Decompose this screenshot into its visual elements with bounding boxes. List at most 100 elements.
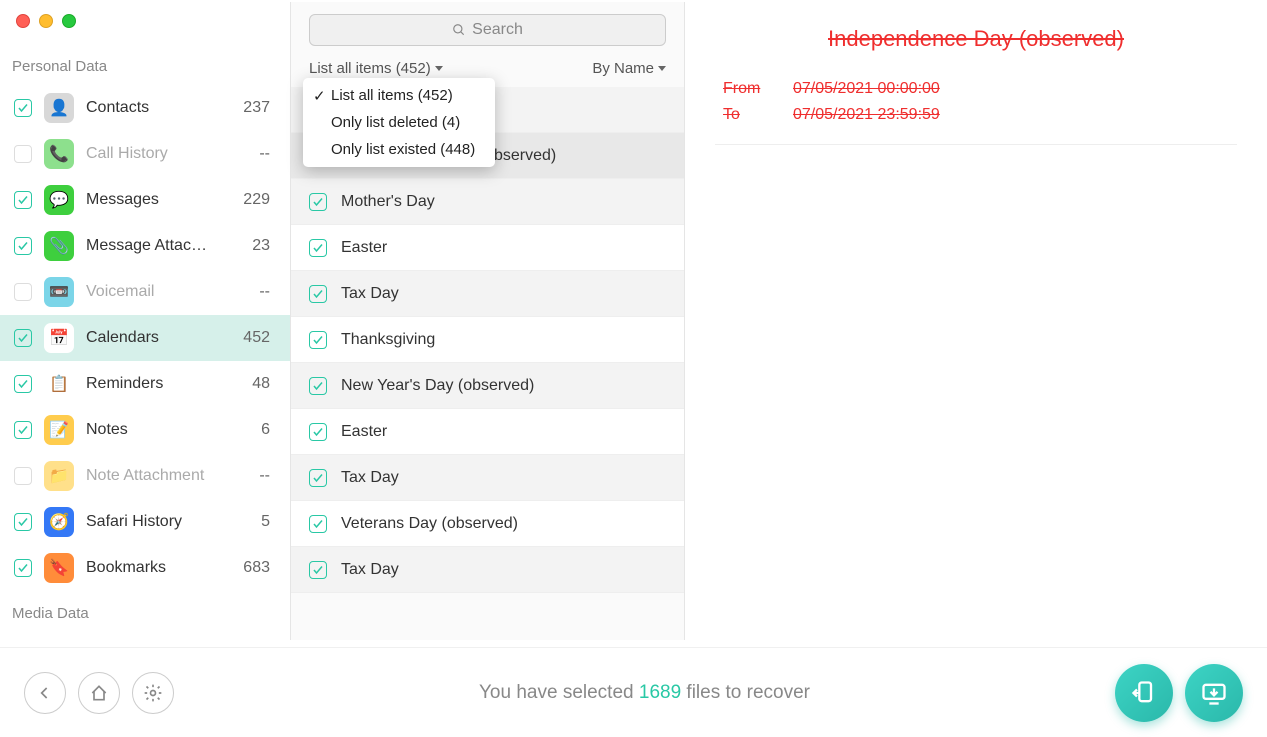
sidebar-item-label: Reminders [86,375,240,393]
checkbox[interactable] [14,375,32,393]
sidebar-item-count: 23 [252,237,276,255]
detail-from-row: From07/05/2021 00:00:00 [715,80,1237,98]
category-icon: 💬 [44,185,74,215]
sidebar-item-count: 229 [243,191,276,209]
list-item[interactable]: Veterans Day (observed) [291,501,684,547]
list-item-label: Tax Day [341,285,399,303]
list-item[interactable]: Tax Day [291,547,684,593]
category-icon: 📼 [44,277,74,307]
checkbox[interactable] [309,377,327,395]
device-icon [1130,679,1158,707]
sidebar-item-label: Bookmarks [86,559,231,577]
sidebar-item-count: 5 [261,513,276,531]
checkbox[interactable] [309,285,327,303]
list-item-label: Tax Day [341,469,399,487]
list-item-label: Mother's Day [341,193,435,211]
list-item-label: Tax Day [341,561,399,579]
sidebar-item-count: 452 [243,329,276,347]
search-icon [452,23,466,37]
dropdown-item[interactable]: List all items (452) [303,82,495,109]
footer: You have selected 1689 files to recover [0,647,1267,737]
sidebar-item-label: Call History [86,145,247,163]
list-item[interactable]: New Year's Day (observed) [291,363,684,409]
category-icon: 📁 [44,461,74,491]
category-icon: 📝 [44,415,74,445]
footer-status-text: You have selected 1689 files to recover [186,682,1103,704]
list-item[interactable]: Tax Day [291,455,684,501]
sidebar-item-count: 683 [243,559,276,577]
sidebar-item[interactable]: 📝 Notes 6 [0,407,290,453]
search-input[interactable]: Search [309,14,666,46]
checkbox[interactable] [14,237,32,255]
sort-dropdown-trigger[interactable]: By Name [592,60,666,77]
download-icon [1200,679,1228,707]
list-item-label: New Year's Day (observed) [341,377,534,395]
list-item[interactable]: Thanksgiving [291,317,684,363]
list-item-label: Veterans Day (observed) [341,515,518,533]
list-item[interactable]: Tax Day [291,271,684,317]
checkbox[interactable] [14,559,32,577]
back-button[interactable] [24,672,66,714]
list-item[interactable]: Mother's Day [291,179,684,225]
checkbox[interactable] [309,469,327,487]
filter-dropdown-trigger[interactable]: List all items (452) [309,60,443,77]
checkbox[interactable] [14,99,32,117]
calendar-event-list: Election Day Independence Day (observed)… [291,87,684,640]
sidebar-item-count: -- [259,145,276,163]
dropdown-item[interactable]: Only list deleted (4) [303,109,495,136]
checkbox[interactable] [309,423,327,441]
sidebar-item-label: Messages [86,191,231,209]
sidebar-item-count: 48 [252,375,276,393]
chevron-down-icon [658,66,666,71]
sidebar-item[interactable]: 🔖 Bookmarks 683 [0,545,290,591]
list-item[interactable]: Easter [291,409,684,455]
filter-dropdown-menu: List all items (452) Only list deleted (… [303,78,495,167]
sidebar-item[interactable]: 📞 Call History -- [0,131,290,177]
checkbox[interactable] [14,421,32,439]
checkbox[interactable] [309,239,327,257]
category-icon: 🔖 [44,553,74,583]
sidebar-item[interactable]: 📅 Calendars 452 [0,315,290,361]
home-button[interactable] [78,672,120,714]
sidebar-item-count: 237 [243,99,276,117]
checkbox[interactable] [14,145,32,163]
sidebar-item[interactable]: 📋 Reminders 48 [0,361,290,407]
chevron-down-icon [435,66,443,71]
list-item[interactable]: Easter [291,225,684,271]
detail-title: Independence Day (observed) [715,26,1237,52]
sidebar-section-media: Media Data [0,599,290,632]
recover-to-computer-button[interactable] [1185,664,1243,722]
detail-panel: Independence Day (observed) From07/05/20… [685,2,1267,640]
close-window-button[interactable] [16,14,30,28]
checkbox[interactable] [14,467,32,485]
minimize-window-button[interactable] [39,14,53,28]
checkbox[interactable] [309,193,327,211]
checkbox[interactable] [309,331,327,349]
sidebar-item[interactable]: 📁 Note Attachment -- [0,453,290,499]
checkbox[interactable] [309,561,327,579]
dropdown-item[interactable]: Only list existed (448) [303,136,495,163]
sidebar-item-label: Contacts [86,99,231,117]
checkbox[interactable] [14,191,32,209]
sidebar-item[interactable]: 📎 Message Attac… 23 [0,223,290,269]
sidebar-item-label: Message Attac… [86,237,240,255]
maximize-window-button[interactable] [62,14,76,28]
category-icon: 📞 [44,139,74,169]
sidebar-item[interactable]: 🧭 Safari History 5 [0,499,290,545]
sidebar-item[interactable]: 👤 Contacts 237 [0,85,290,131]
settings-button[interactable] [132,672,174,714]
checkbox[interactable] [309,515,327,533]
sidebar-item[interactable]: 💬 Messages 229 [0,177,290,223]
checkbox[interactable] [14,329,32,347]
sidebar-item-count: 6 [261,421,276,439]
checkbox[interactable] [14,283,32,301]
sidebar-item-count: -- [259,467,276,485]
recover-to-device-button[interactable] [1115,664,1173,722]
list-item-label: Easter [341,239,387,257]
window-controls [16,14,76,28]
category-icon: 👤 [44,93,74,123]
detail-to-row: To07/05/2021 23:59:59 [715,106,1237,124]
category-icon: 📎 [44,231,74,261]
checkbox[interactable] [14,513,32,531]
sidebar-item[interactable]: 📼 Voicemail -- [0,269,290,315]
